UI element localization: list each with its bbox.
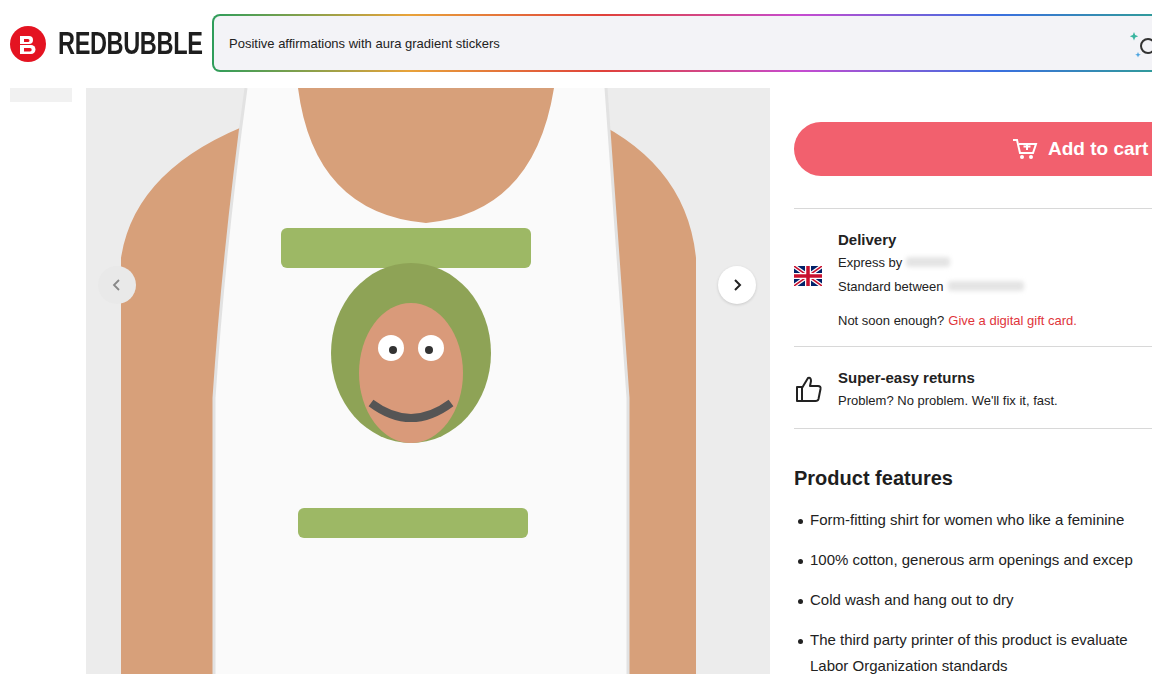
feature-line: 100% cotton, generous arm openings and e… [810,550,1133,570]
flag-cell [794,231,838,328]
search-icon [1128,28,1152,62]
feature-item: 100% cotton, generous arm openings and e… [794,550,1152,576]
chevron-left-icon [110,278,124,292]
express-date [906,257,950,267]
feature-line: The third party printer of this product … [810,630,1128,650]
feature-text: The third party printer of this product … [810,630,1128,674]
bullet-dot [798,599,803,604]
product-photo [86,88,770,674]
feature-line: Form-fitting shirt for women who like a … [810,510,1124,530]
feature-list: Form-fitting shirt for women who like a … [794,510,1152,674]
feature-item: Cold wash and hang out to dry [794,590,1152,616]
chevron-right-icon [730,278,744,292]
returns-icon-cell [794,369,838,408]
standard-label: Standard between [838,279,944,294]
feature-line: Labor Organization standards [810,656,1128,674]
delivery-title: Delivery [838,231,1077,248]
logo[interactable]: REDBUBBLE [10,26,212,62]
thumbnail[interactable] [10,88,72,102]
feature-line: Cold wash and hang out to dry [810,590,1013,610]
returns-section: Super-easy returns Problem? No problem. W… [794,347,1152,428]
next-image-button[interactable] [718,266,756,304]
features-title: Product features [794,467,1152,490]
thumbs-up-icon [794,374,824,404]
divider [794,428,1152,429]
header: REDBUBBLE Positive affirmations with aura… [0,0,1152,88]
bullet-dot [798,639,803,644]
gift-row: Not soon enough? Give a digital gift card… [838,312,1077,328]
returns-text: Problem? No problem. We'll fix it, fast. [838,393,1058,408]
feature-text: 100% cotton, generous arm openings and e… [810,550,1133,576]
express-row: Express by [838,254,1077,270]
returns-info: Super-easy returns Problem? No problem. W… [838,369,1058,408]
search-field[interactable]: Positive affirmations with aura gradient… [214,16,1152,70]
bullet [794,550,810,576]
add-to-cart-button[interactable]: Add to cart [794,122,1152,176]
bullet [794,630,810,674]
divider [794,208,1152,209]
divider [794,346,1152,347]
feature-text: Cold wash and hang out to dry [810,590,1013,616]
feature-text: Form-fitting shirt for women who like a … [810,510,1124,536]
standard-row: Standard between [838,278,1077,294]
feature-item: Form-fitting shirt for women who like a … [794,510,1152,536]
bullet [794,590,810,616]
gift-card-link[interactable]: Give a digital gift card. [948,313,1077,328]
main: Add to cart Delivery Express by Standard be… [0,88,1152,674]
previous-image-button[interactable] [98,266,136,304]
gift-note: Not soon enough? [838,313,944,328]
thumbnail-list [10,88,72,674]
add-to-cart-label[interactable]: Add to cart [1048,138,1148,160]
delivery-info: Delivery Express by Standard between Not so… [838,231,1077,328]
bullet [794,510,810,536]
redbubble-logo-icon [10,26,46,62]
standard-date [948,281,1024,291]
bullet-dot [798,519,803,524]
product-panel: Add to cart Delivery Express by Standard be… [794,88,1152,674]
cart-icon [1012,137,1038,161]
express-label: Express by [838,255,902,270]
product-image [86,88,770,674]
returns-title: Super-easy returns [838,369,1058,386]
uk-flag-icon [794,266,822,286]
search-text[interactable]: Positive affirmations with aura gradient… [229,36,500,51]
search-bar[interactable]: Positive affirmations with aura gradient… [212,14,1152,72]
feature-item: The third party printer of this product … [794,630,1152,674]
logo-text[interactable]: REDBUBBLE [58,26,161,62]
delivery-section: Delivery Express by Standard between Not so… [794,209,1152,346]
bullet-dot [798,559,803,564]
